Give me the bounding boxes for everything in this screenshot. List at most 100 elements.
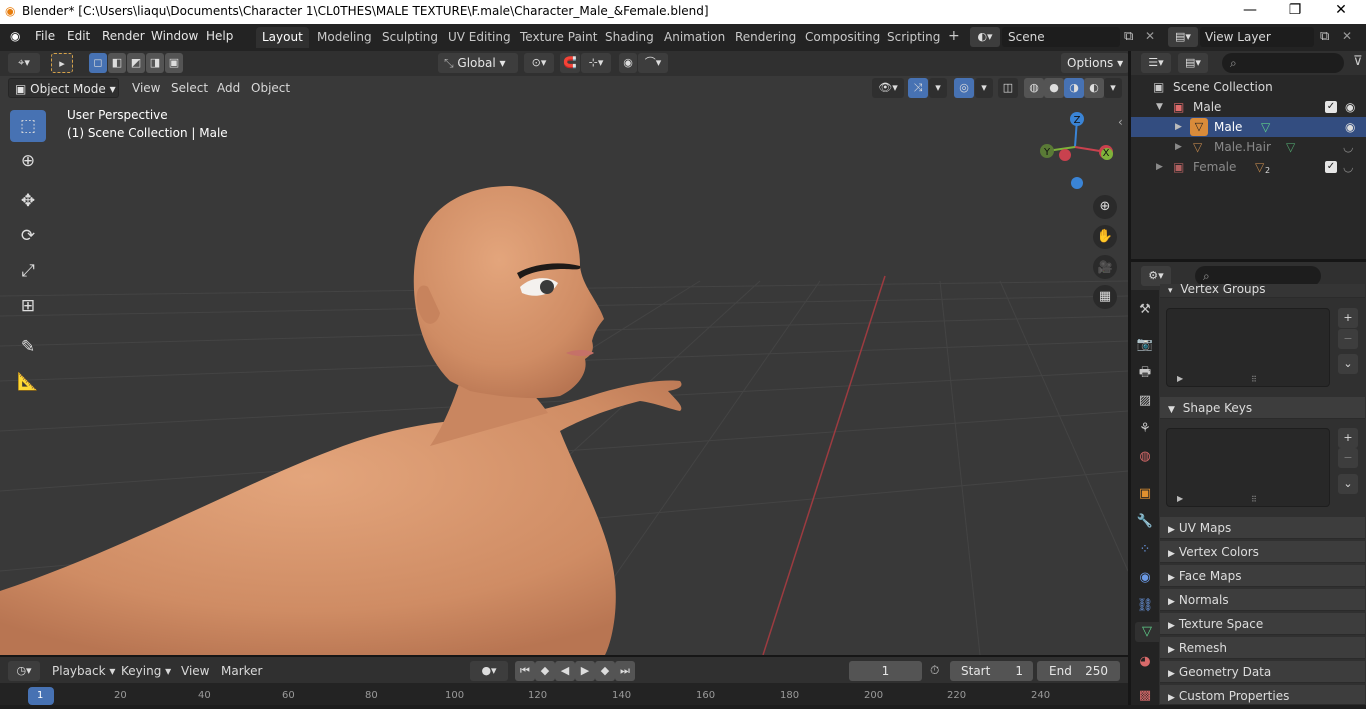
exclude-checkbox[interactable]: ✓ [1325, 101, 1337, 113]
camera-view-icon[interactable]: 🎥 [1093, 255, 1117, 279]
outliner-row-male-hair[interactable]: ▶ ▽ Male.Hair ▽ ◡ [1131, 137, 1366, 157]
mode-dropdown[interactable]: ▣ Object Mode ▾ [8, 78, 119, 98]
outliner-editor-type-icon[interactable]: ☰▾ [1141, 53, 1171, 73]
display-mode-icon[interactable]: ▤▾ [1178, 53, 1208, 73]
exclude-checkbox[interactable]: ✓ [1325, 161, 1337, 173]
tab-animation[interactable]: Animation [658, 27, 731, 48]
material-preview-shading-icon[interactable]: ◑ [1064, 78, 1084, 98]
mesh-data-tab-icon[interactable]: ▽ [1135, 622, 1159, 642]
timeline-view-menu[interactable]: View [181, 664, 209, 678]
tool-tab-icon[interactable]: ⚒ [1135, 300, 1155, 320]
3d-viewport[interactable]: ⬚ ⊕ ✥ ⟳ ⤢ ⊞ ✎ 📐 User Perspective (1) Sce… [0, 51, 1128, 655]
solid-shading-icon[interactable]: ● [1044, 78, 1064, 98]
auto-keying-icon[interactable]: ●▾ [470, 661, 508, 681]
scene-selector-icon[interactable]: ◐▾ [970, 27, 1000, 47]
timeline-editor-type-icon[interactable]: ◷▾ [8, 661, 40, 681]
prev-keyframe-icon[interactable]: ◆ [535, 661, 555, 681]
vertex-groups-header[interactable]: ▾ Vertex Groups [1160, 283, 1365, 298]
menu-edit[interactable]: Edit [67, 29, 90, 43]
play-icon[interactable]: ▶ [575, 661, 595, 681]
list-expand-icon[interactable]: ▶ [1177, 494, 1183, 503]
panel-face-maps[interactable]: ▶ Face Maps [1160, 565, 1365, 587]
expand-arrow-icon[interactable]: ▶ [1156, 157, 1163, 177]
proportional-edit-icon[interactable]: ◉ [619, 53, 637, 73]
overlay-dropdown-icon[interactable]: ▾ [975, 78, 993, 98]
panel-vertex-colors[interactable]: ▶ Vertex Colors [1160, 541, 1365, 563]
view-layer-tab-icon[interactable]: ▨ [1135, 391, 1155, 411]
select-mode-intersect-icon[interactable]: ▣ [165, 53, 183, 73]
options-dropdown[interactable]: Options ▾ [1061, 53, 1130, 73]
select-mode-extend-icon[interactable]: ◧ [108, 53, 126, 73]
world-tab-icon[interactable]: ◍ [1135, 447, 1155, 467]
snap-target-icon[interactable]: ⊹▾ [581, 53, 611, 73]
resize-grip-icon[interactable]: ⠿ [1251, 495, 1257, 504]
tab-texture-paint[interactable]: Texture Paint [514, 27, 603, 48]
rotate-tool[interactable]: ⟳ [10, 220, 46, 252]
navigation-gizmo[interactable]: Z X Y [1035, 109, 1115, 189]
expand-arrow-icon[interactable]: ▶ [1175, 137, 1182, 157]
shading-dropdown-icon[interactable]: ▾ [1104, 78, 1122, 98]
close-button[interactable]: ✕ [1321, 2, 1361, 18]
play-reverse-icon[interactable]: ◀ [555, 661, 575, 681]
output-tab-icon[interactable]: 🖶 [1135, 363, 1155, 383]
resize-grip-icon[interactable]: ⠿ [1251, 375, 1257, 384]
expand-arrow-icon[interactable]: ▶ [1175, 117, 1182, 137]
visibility-icon[interactable]: 👁▾ [872, 78, 904, 98]
current-frame-field[interactable]: 1 [849, 661, 922, 681]
material-tab-icon[interactable]: ◕ [1135, 652, 1155, 672]
viewport-menu-object[interactable]: Object [251, 81, 290, 95]
view-layer-selector-icon[interactable]: ▤▾ [1168, 27, 1198, 47]
tab-layout[interactable]: Layout [256, 27, 309, 48]
jump-start-icon[interactable]: ⏮ [515, 661, 535, 681]
proportional-falloff-icon[interactable]: ⌒▾ [638, 53, 668, 73]
select-tool-icon[interactable]: ▸ [51, 53, 73, 73]
scene-name-field[interactable]: Scene [1002, 27, 1120, 47]
panel-custom-properties[interactable]: ▶ Custom Properties [1160, 685, 1365, 705]
maximize-button[interactable]: ❐ [1275, 2, 1315, 18]
playback-menu[interactable]: Playback ▾ [52, 664, 115, 678]
viewport-menu-view[interactable]: View [132, 81, 160, 95]
hidden-icon[interactable]: ◡ [1343, 137, 1353, 157]
transform-tool[interactable]: ⊞ [10, 290, 46, 322]
snap-toggle-icon[interactable]: 🧲 [560, 53, 580, 73]
tab-modeling[interactable]: Modeling [311, 27, 378, 48]
select-mode-invert-icon[interactable]: ◨ [146, 53, 164, 73]
gizmo-dropdown-icon[interactable]: ▾ [929, 78, 947, 98]
delete-scene-icon[interactable]: ✕ [1145, 29, 1155, 43]
pan-hand-icon[interactable]: ✋ [1093, 225, 1117, 249]
shape-keys-header[interactable]: ▼ Shape Keys [1160, 397, 1365, 419]
stopwatch-icon[interactable]: ⏱ [930, 663, 939, 678]
viewport-menu-add[interactable]: Add [217, 81, 240, 95]
tab-shading[interactable]: Shading [599, 27, 660, 48]
keying-menu[interactable]: Keying ▾ [121, 664, 171, 678]
constraints-tab-icon[interactable]: ⛓ [1135, 596, 1155, 616]
select-mode-subtract-icon[interactable]: ◩ [127, 53, 145, 73]
tab-compositing[interactable]: Compositing [799, 27, 886, 48]
add-shape-key-icon[interactable]: + [1338, 428, 1358, 448]
tab-uv-editing[interactable]: UV Editing [442, 27, 517, 48]
select-mode-new-icon[interactable]: ◻ [89, 53, 107, 73]
tab-scripting[interactable]: Scripting [881, 27, 946, 48]
cursor-tool[interactable]: ⊕ [10, 145, 46, 177]
vertex-group-specials-icon[interactable]: ⌄ [1338, 354, 1358, 374]
scene-tab-icon[interactable]: ⚘ [1135, 419, 1155, 439]
new-view-layer-icon[interactable]: ⧉ [1320, 29, 1329, 44]
texture-tab-icon[interactable]: ▩ [1135, 686, 1155, 706]
menu-render[interactable]: Render [102, 29, 145, 43]
outliner-row-male-object[interactable]: ▶ ▽ Male ▽ ◉ [1131, 117, 1366, 137]
minimize-button[interactable]: — [1230, 2, 1270, 18]
panel-normals[interactable]: ▶ Normals [1160, 589, 1365, 611]
vertex-groups-list[interactable]: ▶ ⠿ [1166, 308, 1330, 387]
sidebar-toggle-icon[interactable]: ‹ [1118, 115, 1123, 129]
end-frame-field[interactable]: End 250 [1037, 661, 1120, 681]
zoom-icon[interactable]: ⊕ [1093, 195, 1117, 219]
xray-toggle-icon[interactable]: ◫ [998, 78, 1018, 98]
visibility-eye-icon[interactable]: ◉ [1345, 117, 1355, 137]
shape-key-specials-icon[interactable]: ⌄ [1338, 474, 1358, 494]
pivot-point-icon[interactable]: ⊙▾ [524, 53, 554, 73]
outliner-row-male-collection[interactable]: ▼ ▣ Male ✓ ◉ [1131, 97, 1366, 117]
visibility-eye-icon[interactable]: ◉ [1345, 97, 1355, 117]
scale-tool[interactable]: ⤢ [10, 255, 46, 287]
next-keyframe-icon[interactable]: ◆ [595, 661, 615, 681]
outliner-row-female-collection[interactable]: ▶ ▣ Female ▽ 2 ✓ ◡ [1131, 157, 1366, 177]
